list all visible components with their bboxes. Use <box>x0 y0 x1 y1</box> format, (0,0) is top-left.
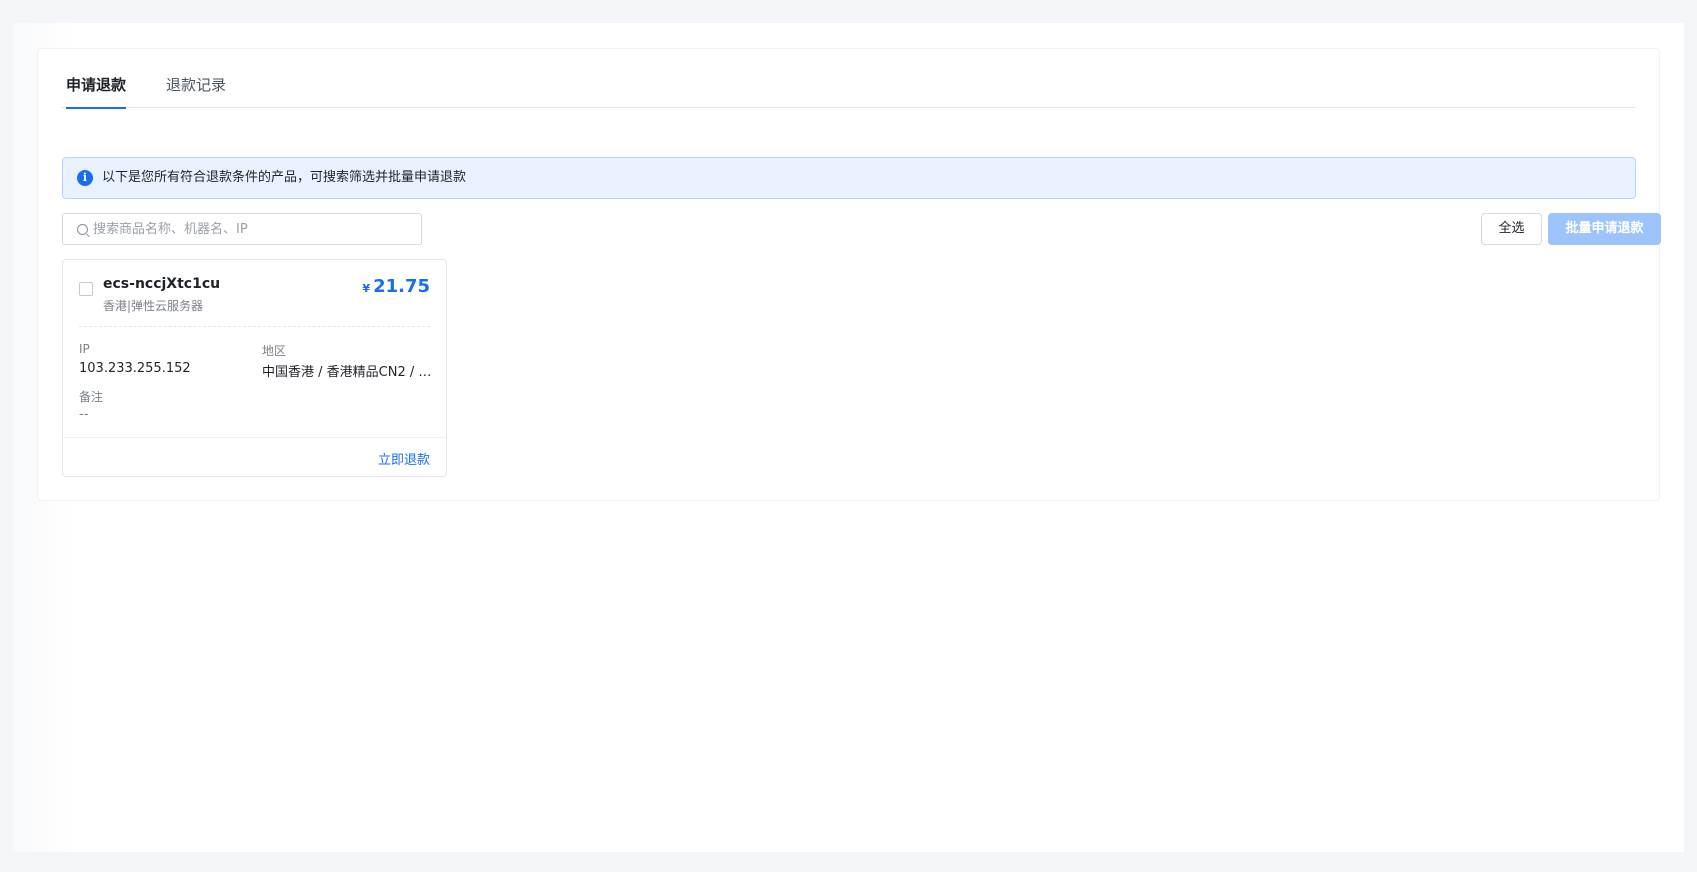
product-name: ecs-nccjXtc1cu <box>103 276 221 292</box>
product-checkbox[interactable] <box>79 282 93 296</box>
ip-label: IP <box>79 342 90 356</box>
info-alert: i 以下是您所有符合退款条件的产品，可搜索筛选并批量申请退款 <box>62 157 1636 199</box>
refund-now-link[interactable]: 立即退款 <box>378 449 430 468</box>
tab-bar: 申请退款 退款记录 <box>62 74 1636 109</box>
note-label: 备注 <box>79 390 104 404</box>
price-value: 21.75 <box>373 276 430 297</box>
note-value: -- <box>79 407 89 422</box>
alert-text: 以下是您所有符合退款条件的产品，可搜索筛选并批量申请退款 <box>102 170 467 185</box>
region-label: 地区 <box>262 344 287 358</box>
card-divider <box>79 326 430 327</box>
page-background: 申请退款 退款记录 i 以下是您所有符合退款条件的产品，可搜索筛选并批量申请退款… <box>13 23 1684 852</box>
info-icon: i <box>77 170 93 186</box>
ip-value: 103.233.255.152 <box>79 361 191 376</box>
search-input[interactable] <box>93 214 413 244</box>
select-all-button[interactable]: 全选 <box>1481 213 1542 245</box>
region-value: 中国香港 / 香港精品CN2 / … <box>262 365 432 380</box>
product-price: ¥21.75 <box>362 276 430 297</box>
refund-panel: 申请退款 退款记录 i 以下是您所有符合退款条件的产品，可搜索筛选并批量申请退款… <box>37 48 1661 501</box>
search-icon <box>77 224 88 235</box>
batch-refund-button[interactable]: 批量申请退款 <box>1548 213 1661 245</box>
product-card: ecs-nccjXtc1cu 香港|弹性云服务器 ¥21.75 IP 103.2… <box>62 259 447 477</box>
product-type: 香港|弹性云服务器 <box>103 299 204 313</box>
price-currency: ¥ <box>362 282 371 295</box>
card-footer: 立即退款 <box>63 437 446 476</box>
tab-apply-refund[interactable]: 申请退款 <box>66 74 126 109</box>
tab-refund-records[interactable]: 退款记录 <box>166 74 230 108</box>
search-box[interactable] <box>62 213 422 245</box>
